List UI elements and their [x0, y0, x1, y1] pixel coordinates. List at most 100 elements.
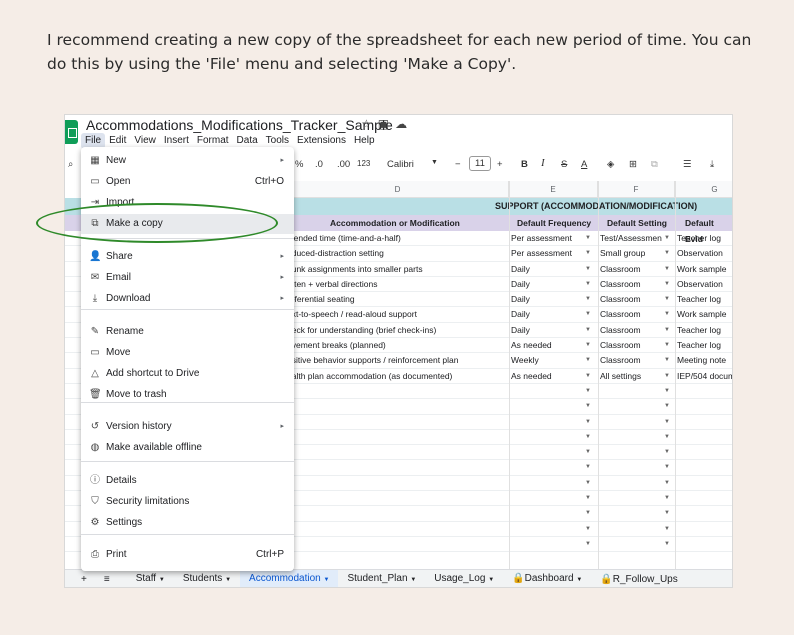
menu-item-settings[interactable]: ⚙ Settings [81, 513, 294, 533]
dropdown-frequency-icon[interactable]: ▼ [585, 430, 591, 445]
dropdown-frequency-icon[interactable]: ▼ [585, 460, 591, 475]
cell-e[interactable]: Per assessment [511, 246, 589, 261]
cell-f[interactable]: Small group [600, 246, 670, 261]
cloud-icon[interactable]: ☁ [395, 117, 413, 131]
dropdown-frequency-icon[interactable]: ▼ [585, 445, 591, 460]
dropdown-frequency-icon[interactable]: ▼ [585, 415, 591, 430]
menu-extensions[interactable]: Extensions [293, 133, 350, 149]
column-header-f[interactable]: F [598, 181, 675, 198]
menu-item-rename[interactable]: ✎ Rename [81, 322, 294, 342]
cell-g[interactable]: Work sample [677, 262, 732, 277]
dropdown-frequency-icon[interactable]: ▼ [585, 384, 591, 399]
star-icon[interactable]: ☆ [361, 117, 378, 131]
menu-item-email[interactable]: ✉ Email ▸ [81, 268, 294, 288]
dropdown-setting-icon[interactable]: ▼ [664, 338, 670, 353]
percent-button[interactable]: % [295, 159, 303, 170]
dropdown-frequency-icon[interactable]: ▼ [585, 231, 591, 246]
cell-e[interactable]: As needed [511, 338, 589, 353]
italic-button[interactable]: I [541, 157, 545, 169]
cell-g[interactable]: Teacher log [677, 231, 732, 246]
column-header-g[interactable]: G [675, 181, 732, 198]
all-sheets-icon[interactable]: ≡ [95, 571, 119, 588]
cell-e[interactable]: Daily [511, 277, 589, 292]
cell-g[interactable]: Teacher log [677, 338, 732, 353]
cell-e[interactable]: Daily [511, 307, 589, 322]
menu-item-make-available-offline[interactable]: ◍ Make available offline [81, 438, 294, 458]
column-header-d[interactable]: D [287, 181, 509, 198]
cell-g[interactable]: IEP/504 docum [677, 369, 732, 384]
dropdown-setting-icon[interactable]: ▼ [664, 231, 670, 246]
font-size-minus-button[interactable]: − [455, 159, 461, 170]
menu-item-details[interactable]: ⓘ Details [81, 471, 294, 491]
dropdown-setting-icon[interactable]: ▼ [664, 522, 670, 537]
tab-r-follow-ups[interactable]: 🔒R_Follow_Ups [591, 571, 686, 588]
dropdown-frequency-icon[interactable]: ▼ [585, 476, 591, 491]
cell-f[interactable]: Classroom [600, 307, 670, 322]
cell-e[interactable]: Daily [511, 323, 589, 338]
dropdown-setting-icon[interactable]: ▼ [664, 307, 670, 322]
cell-d[interactable]: ovement breaks (planned) [287, 338, 507, 353]
cell-f[interactable]: Test/Assessmen [600, 231, 670, 246]
dropdown-frequency-icon[interactable]: ▼ [585, 292, 591, 307]
dropdown-frequency-icon[interactable]: ▼ [585, 307, 591, 322]
dropdown-frequency-icon[interactable]: ▼ [585, 506, 591, 521]
dropdown-frequency-icon[interactable]: ▼ [585, 246, 591, 261]
merge-cells-icon[interactable]: ⧉ [651, 159, 658, 170]
cell-f[interactable]: Classroom [600, 262, 670, 277]
dropdown-frequency-icon[interactable]: ▼ [585, 262, 591, 277]
cell-f[interactable]: Classroom [600, 353, 670, 368]
menu-item-share[interactable]: 👤 Share ▸ [81, 247, 294, 267]
more-formats-button[interactable]: 123 [357, 159, 370, 168]
cell-d[interactable]: ealth plan accommodation (as documented) [287, 369, 507, 384]
menu-help[interactable]: Help [350, 133, 379, 149]
fill-color-icon[interactable]: ◈ [607, 159, 614, 170]
dropdown-setting-icon[interactable]: ▼ [664, 262, 670, 277]
menu-item-security-limitations[interactable]: ⛉ Security limitations [81, 492, 294, 512]
menu-item-download[interactable]: ⤓ Download ▸ [81, 289, 294, 309]
dropdown-frequency-icon[interactable]: ▼ [585, 353, 591, 368]
font-size-plus-button[interactable]: + [497, 159, 503, 170]
tab-dashboard[interactable]: 🔒Dashboard ▼ [503, 570, 591, 587]
cell-f[interactable]: All settings [600, 369, 670, 384]
cell-d[interactable]: ositive behavior supports / reinforcemen… [287, 353, 507, 368]
cell-g[interactable]: Observation [677, 277, 732, 292]
dropdown-setting-icon[interactable]: ▼ [664, 292, 670, 307]
strikethrough-button[interactable]: S [561, 159, 567, 170]
add-sheet-icon[interactable]: + [65, 571, 95, 588]
folder-icon[interactable]: ▣ [378, 117, 395, 131]
menu-item-add-shortcut-to-drive[interactable]: △ Add shortcut to Drive [81, 364, 294, 384]
cell-d[interactable]: hunk assignments into smaller parts [287, 262, 507, 277]
dropdown-setting-icon[interactable]: ▼ [664, 460, 670, 475]
cell-d[interactable]: educed-distraction setting [287, 246, 507, 261]
dropdown-setting-icon[interactable]: ▼ [664, 537, 670, 552]
cell-d[interactable]: referential seating [287, 292, 507, 307]
dropdown-frequency-icon[interactable]: ▼ [585, 491, 591, 506]
menu-item-open[interactable]: ▭ Open Ctrl+O [81, 172, 294, 192]
dropdown-setting-icon[interactable]: ▼ [664, 399, 670, 414]
cell-d[interactable]: heck for understanding (brief check-ins) [287, 323, 507, 338]
bold-button[interactable]: B [521, 159, 528, 170]
tab-staff[interactable]: Staff ▼ [127, 570, 174, 587]
menu-item-new[interactable]: ▦ New ▸ [81, 151, 294, 171]
tab-student-plan[interactable]: Student_Plan ▼ [338, 570, 425, 587]
dropdown-frequency-icon[interactable]: ▼ [585, 537, 591, 552]
menu-item-version-history[interactable]: ↺ Version history ▸ [81, 417, 294, 437]
dropdown-setting-icon[interactable]: ▼ [664, 430, 670, 445]
dropdown-setting-icon[interactable]: ▼ [664, 277, 670, 292]
cell-g[interactable]: Work sample [677, 307, 732, 322]
dropdown-frequency-icon[interactable]: ▼ [585, 522, 591, 537]
dropdown-frequency-icon[interactable]: ▼ [585, 338, 591, 353]
dropdown-setting-icon[interactable]: ▼ [664, 369, 670, 384]
cell-f[interactable]: Classroom [600, 323, 670, 338]
align-icon[interactable]: ☰ [683, 159, 692, 170]
tab-students[interactable]: Students ▼ [174, 570, 240, 587]
dropdown-setting-icon[interactable]: ▼ [664, 353, 670, 368]
cell-g[interactable]: Meeting note [677, 353, 732, 368]
cell-g[interactable]: Observation [677, 246, 732, 261]
dropdown-setting-icon[interactable]: ▼ [664, 506, 670, 521]
cell-e[interactable]: Per assessment [511, 231, 589, 246]
cell-e[interactable]: As needed [511, 369, 589, 384]
dropdown-frequency-icon[interactable]: ▼ [585, 277, 591, 292]
cell-e[interactable]: Daily [511, 292, 589, 307]
dropdown-setting-icon[interactable]: ▼ [664, 415, 670, 430]
